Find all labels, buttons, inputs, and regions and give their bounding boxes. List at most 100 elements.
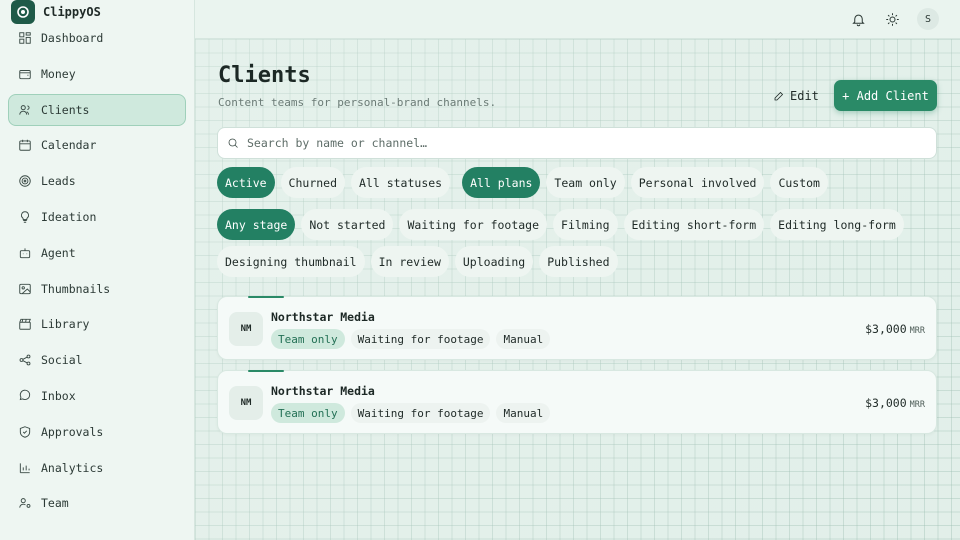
brand[interactable]: ClippyOS — [11, 0, 101, 24]
main-content: Clients Content teams for personal-brand… — [195, 39, 960, 540]
filter-chip-uploading[interactable]: Uploading — [454, 246, 534, 277]
status-plan-filters: Active Churned All statuses All plans Team o… — [217, 167, 828, 198]
client-name: Northstar Media — [271, 384, 375, 398]
dashboard-icon — [18, 31, 32, 45]
sidebar-item-approvals[interactable]: Approvals — [8, 416, 186, 448]
filter-chip-editing-long-form[interactable]: Editing long-form — [770, 209, 904, 240]
client-initials: NM — [229, 386, 263, 420]
page-title: Clients — [218, 63, 311, 88]
sidebar-item-social[interactable]: Social — [8, 344, 186, 376]
user-cog-icon — [18, 496, 32, 510]
filter-chip-not-started[interactable]: Not started — [301, 209, 394, 240]
bot-icon — [18, 246, 32, 260]
sidebar-item-label: Social — [41, 353, 83, 368]
sidebar-item-label: Inbox — [41, 388, 76, 403]
sidebar-item-clients[interactable]: Clients — [8, 93, 186, 126]
wallet-icon — [18, 67, 32, 81]
share-icon — [18, 353, 32, 367]
clapperboard-icon — [18, 317, 32, 331]
sidebar-item-label: Analytics — [41, 460, 104, 475]
sidebar-item-dashboard[interactable]: Dashboard — [8, 22, 186, 54]
topbar: S — [195, 0, 960, 39]
sidebar-item-analytics[interactable]: Analytics — [8, 452, 186, 484]
sidebar-item-leads[interactable]: Leads — [8, 165, 186, 197]
stage-badge: Waiting for footage — [350, 403, 491, 423]
client-mrr: $3,000 MRR — [865, 322, 925, 336]
sidebar-item-money[interactable]: Money — [8, 58, 186, 90]
client-initials: NM — [229, 312, 263, 346]
filter-chip-churned[interactable]: Churned — [280, 167, 346, 198]
mrr-value: $3,000 — [865, 396, 907, 410]
client-card[interactable]: NM Northstar Media Team only Waiting for fo… — [217, 296, 937, 360]
sidebar-item-label: Team — [41, 496, 69, 511]
sidebar-item-label: Calendar — [41, 138, 97, 153]
mrr-unit: MRR — [909, 400, 925, 410]
filter-chip-personal-involved[interactable]: Personal involved — [630, 167, 765, 198]
mrr-unit: MRR — [909, 326, 925, 336]
filter-chip-in-review[interactable]: In review — [370, 246, 449, 277]
filter-chip-custom[interactable]: Custom — [770, 167, 828, 198]
stage-badge: Waiting for footage — [350, 329, 491, 349]
sidebar-item-calendar[interactable]: Calendar — [8, 129, 186, 161]
app-name: ClippyOS — [43, 5, 101, 19]
sidebar-item-label: Clients — [41, 102, 90, 117]
card-accent — [248, 370, 284, 372]
lightbulb-icon — [18, 210, 32, 224]
filter-chip-all-statuses[interactable]: All statuses — [351, 167, 451, 198]
clippy-logo-icon — [11, 0, 35, 24]
source-badge: Manual — [496, 403, 551, 423]
avatar[interactable]: S — [917, 8, 939, 30]
mrr-value: $3,000 — [865, 322, 907, 336]
sidebar-item-label: Money — [41, 66, 76, 81]
sidebar-item-label: Library — [41, 317, 90, 332]
sidebar-item-label: Leads — [41, 174, 76, 189]
image-icon — [18, 282, 32, 296]
client-name: Northstar Media — [271, 310, 375, 324]
edit-button[interactable]: Edit — [773, 85, 819, 107]
sidebar-item-label: Ideation — [41, 209, 97, 224]
sidebar-item-label: Thumbnails — [41, 281, 111, 296]
sidebar: ClippyOS Dashboard Money Clients Calendar Le… — [0, 0, 195, 540]
sidebar-item-inbox[interactable]: Inbox — [8, 380, 186, 412]
plan-badge: Team only — [271, 329, 345, 349]
users-icon — [18, 103, 32, 117]
bell-icon[interactable] — [849, 10, 867, 28]
add-client-button[interactable]: + Add Client — [834, 80, 937, 111]
target-icon — [18, 174, 32, 188]
filter-chip-team-only[interactable]: Team only — [546, 167, 625, 198]
sidebar-item-label: Dashboard — [41, 31, 104, 45]
sun-icon[interactable] — [883, 10, 901, 28]
filter-chip-any-stage[interactable]: Any stage — [217, 209, 296, 240]
client-mrr: $3,000 MRR — [865, 396, 925, 410]
message-icon — [18, 389, 32, 403]
client-card[interactable]: NM Northstar Media Team only Waiting for fo… — [217, 370, 937, 434]
search-bar[interactable] — [217, 127, 937, 159]
sidebar-item-ideation[interactable]: Ideation — [8, 201, 186, 233]
source-badge: Manual — [496, 329, 551, 349]
filter-chip-active[interactable]: Active — [217, 167, 275, 198]
filter-chip-all-plans[interactable]: All plans — [462, 167, 541, 198]
sidebar-item-label: Approvals — [41, 424, 104, 439]
filter-chip-editing-short-form[interactable]: Editing short-form — [623, 209, 765, 240]
search-icon — [228, 138, 238, 148]
sidebar-item-label: Agent — [41, 245, 76, 260]
sidebar-item-thumbnails[interactable]: Thumbnails — [8, 273, 186, 305]
bar-chart-icon — [18, 461, 32, 475]
plan-badge: Team only — [271, 403, 345, 423]
stage-filters-more: Designing thumbnail In review Uploading Pub… — [217, 246, 618, 277]
search-input[interactable] — [247, 136, 907, 150]
sidebar-item-team[interactable]: Team — [8, 487, 186, 519]
stage-filters: Any stage Not started Waiting for footage F… — [217, 209, 904, 240]
filter-chip-designing-thumbnail[interactable]: Designing thumbnail — [217, 246, 365, 277]
filter-chip-published[interactable]: Published — [539, 246, 618, 277]
pencil-icon — [774, 91, 784, 101]
sidebar-nav: Dashboard Money Clients Calendar Leads Ideati… — [8, 22, 186, 523]
calendar-icon — [18, 138, 32, 152]
sidebar-item-agent[interactable]: Agent — [8, 237, 186, 269]
add-client-label: + Add Client — [842, 88, 929, 103]
edit-button-label: Edit — [790, 89, 819, 103]
card-accent — [248, 296, 284, 298]
filter-chip-filming[interactable]: Filming — [553, 209, 618, 240]
filter-chip-waiting-for-footage[interactable]: Waiting for footage — [399, 209, 548, 240]
sidebar-item-library[interactable]: Library — [8, 308, 186, 340]
